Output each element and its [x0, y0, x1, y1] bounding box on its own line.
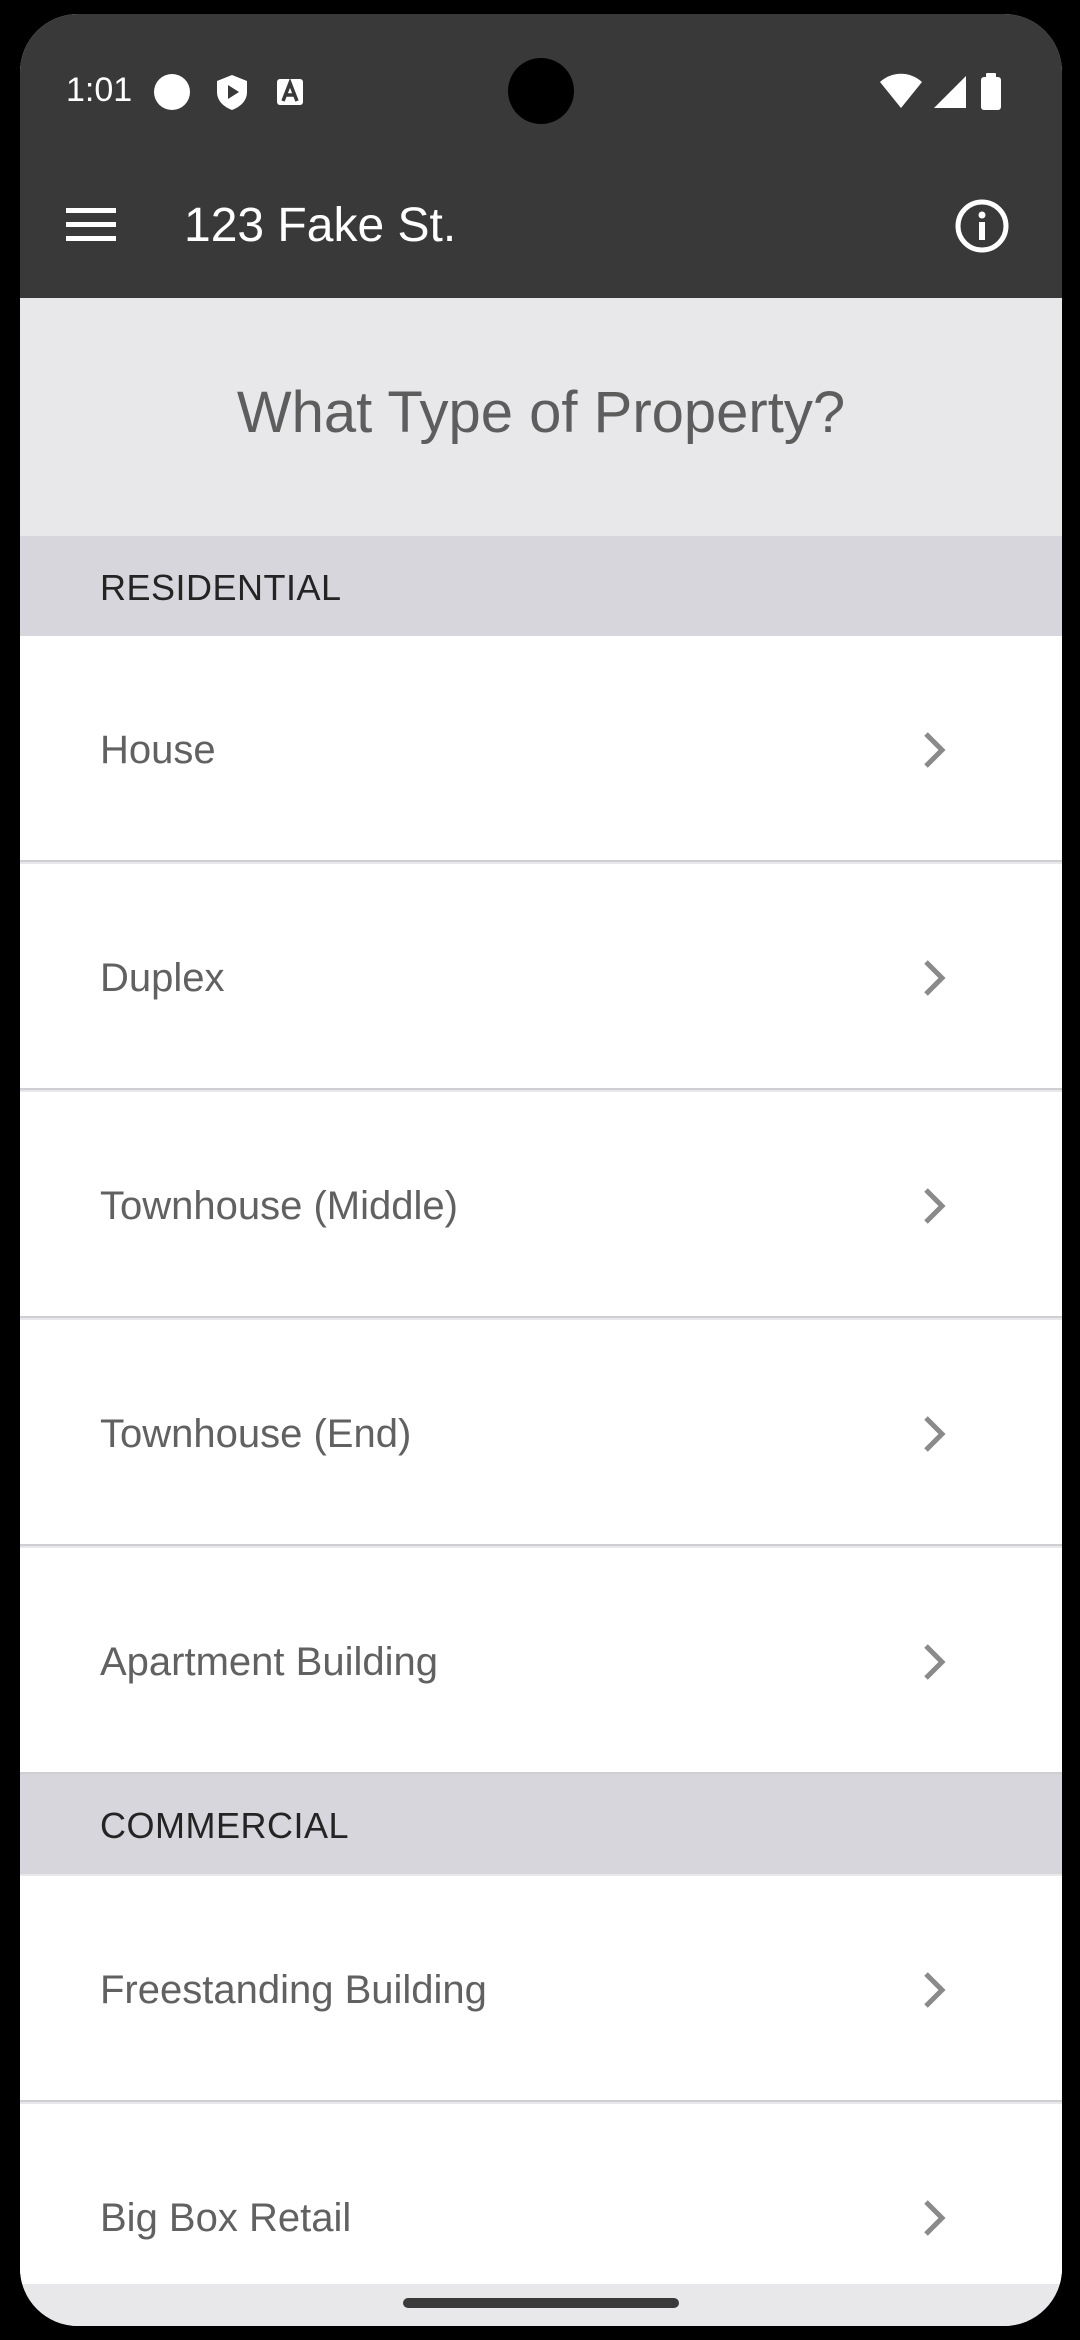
list-item-house[interactable]: House: [20, 636, 1062, 862]
status-bar: 1:01: [20, 14, 1062, 154]
chevron-right-icon: [920, 730, 948, 770]
list-item-freestanding-building[interactable]: Freestanding Building: [20, 1876, 1062, 2102]
chevron-right-icon: [920, 1414, 948, 1454]
a-badge-icon: [270, 72, 310, 112]
section-label: COMMERCIAL: [100, 1805, 350, 1846]
app-bar: 123 Fake St.: [20, 154, 1062, 298]
hamburger-menu-icon: [62, 208, 124, 258]
navigation-bar: [20, 2284, 1062, 2326]
chevron-right-icon: [920, 1970, 948, 2010]
chevron-right-icon: [920, 2198, 948, 2238]
list-item-duplex[interactable]: Duplex: [20, 864, 1062, 1090]
list-item-big-box-retail[interactable]: Big Box Retail: [20, 2104, 1062, 2284]
phone-screen: 1:01 123 Fake St. What Type of Property?…: [20, 14, 1062, 2326]
list-item-label: Big Box Retail: [100, 2196, 352, 2240]
list-item-label: House: [100, 728, 216, 772]
notification-dot-icon: [152, 72, 192, 112]
wifi-icon: [878, 72, 924, 112]
info-icon: [952, 199, 1012, 260]
list-item-townhouse-end[interactable]: Townhouse (End): [20, 1320, 1062, 1546]
shield-play-icon: [212, 72, 252, 112]
section-label: RESIDENTIAL: [100, 567, 342, 608]
chevron-right-icon: [920, 1642, 948, 1682]
list-item-label: Apartment Building: [100, 1640, 438, 1684]
section-header-residential: RESIDENTIAL: [20, 536, 1062, 636]
signal-icon: [930, 72, 970, 112]
list-item-label: Townhouse (Middle): [100, 1184, 458, 1228]
list-item-label: Townhouse (End): [100, 1412, 412, 1456]
chevron-right-icon: [920, 1186, 948, 1226]
list-item-label: Duplex: [100, 956, 225, 1000]
camera-cutout: [508, 58, 574, 124]
content-area: What Type of Property? RESIDENTIAL House…: [20, 298, 1062, 2284]
status-time: 1:01: [66, 71, 133, 109]
info-button[interactable]: [952, 196, 1012, 256]
list-item-apartment-building[interactable]: Apartment Building: [20, 1548, 1062, 1774]
menu-button[interactable]: [62, 198, 124, 254]
list-item-label: Freestanding Building: [100, 1968, 487, 2012]
home-indicator[interactable]: [403, 2298, 679, 2308]
battery-icon: [976, 72, 1006, 112]
section-header-commercial: COMMERCIAL: [20, 1774, 1062, 1874]
app-title: 123 Fake St.: [184, 199, 457, 252]
chevron-right-icon: [920, 958, 948, 998]
page-title: What Type of Property?: [236, 380, 846, 445]
list-item-townhouse-middle[interactable]: Townhouse (Middle): [20, 1092, 1062, 1318]
